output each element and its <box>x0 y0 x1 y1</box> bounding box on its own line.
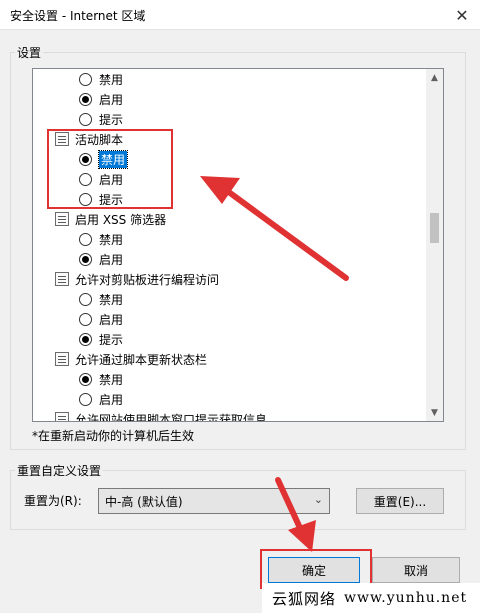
annotation-arrows <box>200 176 349 552</box>
annotation-arrow-to-ok <box>275 477 316 552</box>
watermark-brand: 云狐网络 <box>272 589 337 608</box>
watermark: 云狐网络 www.yunhu.net <box>262 583 480 613</box>
annotation-arrow-to-list <box>200 176 349 281</box>
watermark-site: www.yunhu.net <box>344 590 468 606</box>
